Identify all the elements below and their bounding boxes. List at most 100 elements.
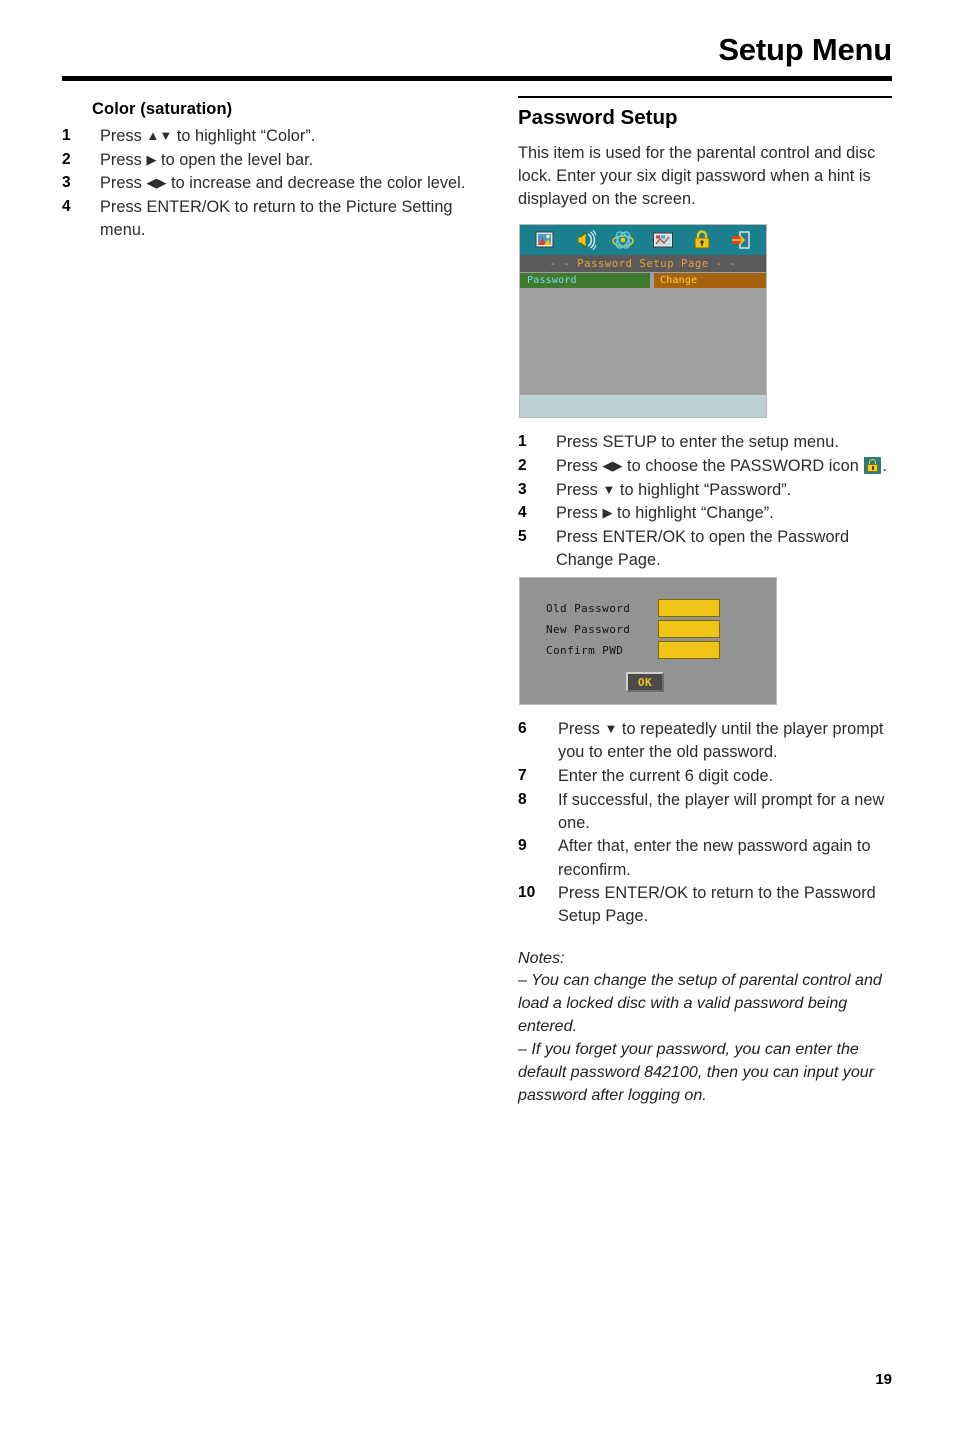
color-saturation-steps: 1 Press ▲▼ to highlight “Color”. 2 Press ▶… xyxy=(62,125,472,242)
osd-title-bar: - - Password Setup Page - - xyxy=(520,255,766,273)
step-number: 3 xyxy=(62,174,71,192)
step-text-after: to increase and decrease the color level… xyxy=(166,174,466,193)
osd-field-row: New Password xyxy=(546,619,720,639)
step-text-end: . xyxy=(882,457,887,476)
step-number: 4 xyxy=(518,504,527,522)
arrow-leftright-icon: ◀▶ xyxy=(602,458,623,474)
audio-icon xyxy=(572,229,598,251)
osd-ok-wrapper: OK xyxy=(626,672,664,693)
step-text-before: Press xyxy=(100,150,147,169)
step-number: 1 xyxy=(62,127,71,144)
step-text-after: to highlight “Color”. xyxy=(172,127,316,145)
step-number: 5 xyxy=(518,527,527,545)
note-item: – If you forget your password, you can e… xyxy=(518,1039,875,1104)
step-text-before: Enter the current 6 digit code. xyxy=(558,767,774,786)
page-header: Setup Menu xyxy=(62,32,892,67)
exit-icon xyxy=(729,229,753,251)
osd-password-setup-page: - - Password Setup Page - - Password Cha… xyxy=(520,225,766,418)
osd-icon-bar xyxy=(520,225,766,256)
step-text-before: Press ENTER/OK to return to the Picture … xyxy=(100,197,453,240)
step-number: 4 xyxy=(62,197,71,215)
header-divider xyxy=(62,76,892,81)
step-number: 8 xyxy=(518,790,527,808)
step-text-after: to choose the PASSWORD icon xyxy=(622,457,864,476)
arrow-updown-icon: ▲▼ xyxy=(146,128,173,143)
osd-change-value: Change xyxy=(654,273,766,289)
step-text-before: After that, enter the new password again… xyxy=(558,837,871,879)
new-password-field[interactable] xyxy=(658,620,720,639)
list-item: 6 Press ▼ to repeatedly until the player … xyxy=(518,718,892,764)
preference-icon xyxy=(611,229,635,251)
osd-field-group: Old Password New Password Confirm PWD xyxy=(546,598,720,661)
step-text-after: to highlight “Password”. xyxy=(615,480,792,499)
step-text-before: Press xyxy=(100,174,147,193)
list-item: 3 Press ▼ to highlight “Password”. xyxy=(518,479,892,502)
list-item: 4 Press ▶ to highlight “Change”. xyxy=(518,502,892,525)
left-column: Color (saturation) 1 Press ▲▼ to highligh… xyxy=(62,100,472,243)
osd-password-row: Password Change xyxy=(520,273,766,289)
list-item: 1 Press SETUP to enter the setup menu. xyxy=(518,431,892,454)
old-password-field[interactable] xyxy=(658,599,720,618)
notes-title: Notes: xyxy=(518,948,565,967)
osd-footer-band xyxy=(520,395,766,418)
list-item: 10 Press ENTER/OK to return to the Passwo… xyxy=(518,882,892,928)
new-password-label: New Password xyxy=(546,622,631,636)
notes-block: Notes: – You can change the setup of par… xyxy=(518,947,892,1107)
step-number: 7 xyxy=(518,767,527,785)
password-setup-steps-a: 1 Press SETUP to enter the setup menu. 2 P… xyxy=(518,431,892,572)
section-divider xyxy=(518,96,892,98)
confirm-pwd-field[interactable] xyxy=(658,641,720,660)
step-text-before: Press ENTER/OK to open the Password Chan… xyxy=(556,527,850,570)
list-item: 9 After that, enter the new password agai… xyxy=(518,835,892,881)
list-item: 8 If successful, the player will prompt f… xyxy=(518,789,892,835)
step-text-before: Press ENTER/OK to return to the Password… xyxy=(558,884,876,926)
right-column: Password Setup This item is used for the… xyxy=(518,96,892,1106)
list-item: 2 Press ▶ to open the level bar. xyxy=(62,149,472,172)
step-text-after: to open the level bar. xyxy=(156,150,314,169)
arrow-down-icon: ▼ xyxy=(602,481,616,497)
step-number: 3 xyxy=(518,480,527,498)
list-item: 2 Press ◀▶ to choose the PASSWORD icon . xyxy=(518,455,892,478)
step-number: 10 xyxy=(518,884,536,902)
step-text-before: Press xyxy=(100,127,147,145)
color-saturation-heading: Color (saturation) xyxy=(92,100,233,118)
step-text-after: to highlight “Change”. xyxy=(612,504,774,523)
osd-password-label: Password xyxy=(520,273,650,289)
password-setup-steps-b: 6 Press ▼ to repeatedly until the player … xyxy=(518,718,892,928)
step-text-before: Press SETUP to enter the setup menu. xyxy=(556,433,839,452)
step-text-before: If successful, the player will prompt fo… xyxy=(558,790,885,832)
password-setup-intro: This item is used for the parental contr… xyxy=(518,144,876,209)
confirm-pwd-label: Confirm PWD xyxy=(546,643,624,657)
password-lock-icon xyxy=(864,457,882,475)
step-number: 9 xyxy=(518,837,527,855)
arrow-leftright-icon: ◀▶ xyxy=(146,175,167,191)
manual-page: Setup Menu Color (saturation) 1 Press ▲▼ … xyxy=(0,0,954,1430)
note-item: – You can change the setup of parental c… xyxy=(518,971,882,1036)
password-lock-icon xyxy=(690,229,714,251)
list-item: 7 Enter the current 6 digit code. xyxy=(518,765,892,788)
list-item: 5 Press ENTER/OK to open the Password Cha… xyxy=(518,526,892,572)
page-number: 19 xyxy=(875,1371,892,1388)
step-number: 2 xyxy=(62,150,71,168)
osd-password-change-page: Old Password New Password Confirm PWD OK xyxy=(520,578,776,705)
list-item: 3 Press ◀▶ to increase and decrease the c… xyxy=(62,172,472,195)
arrow-right-icon: ▶ xyxy=(602,505,613,521)
step-text-before: Press xyxy=(556,457,603,476)
video-icon xyxy=(651,229,675,251)
step-text-before: Press xyxy=(558,720,605,739)
old-password-label: Old Password xyxy=(546,601,631,615)
step-text-before: Press xyxy=(556,480,603,499)
arrow-down-icon: ▼ xyxy=(604,721,618,737)
arrow-right-icon: ▶ xyxy=(146,151,157,167)
picture-icon xyxy=(533,229,557,251)
osd-field-row: Confirm PWD xyxy=(546,640,720,660)
page-title: Setup Menu xyxy=(718,32,892,67)
password-setup-heading: Password Setup xyxy=(518,106,678,129)
step-number: 1 xyxy=(518,433,527,451)
step-text-before: Press xyxy=(556,504,603,523)
step-number: 6 xyxy=(518,720,527,738)
step-number: 2 xyxy=(518,457,527,475)
list-item: 4 Press ENTER/OK to return to the Picture… xyxy=(62,196,472,242)
ok-button[interactable]: OK xyxy=(626,672,664,693)
list-item: 1 Press ▲▼ to highlight “Color”. xyxy=(62,125,472,148)
